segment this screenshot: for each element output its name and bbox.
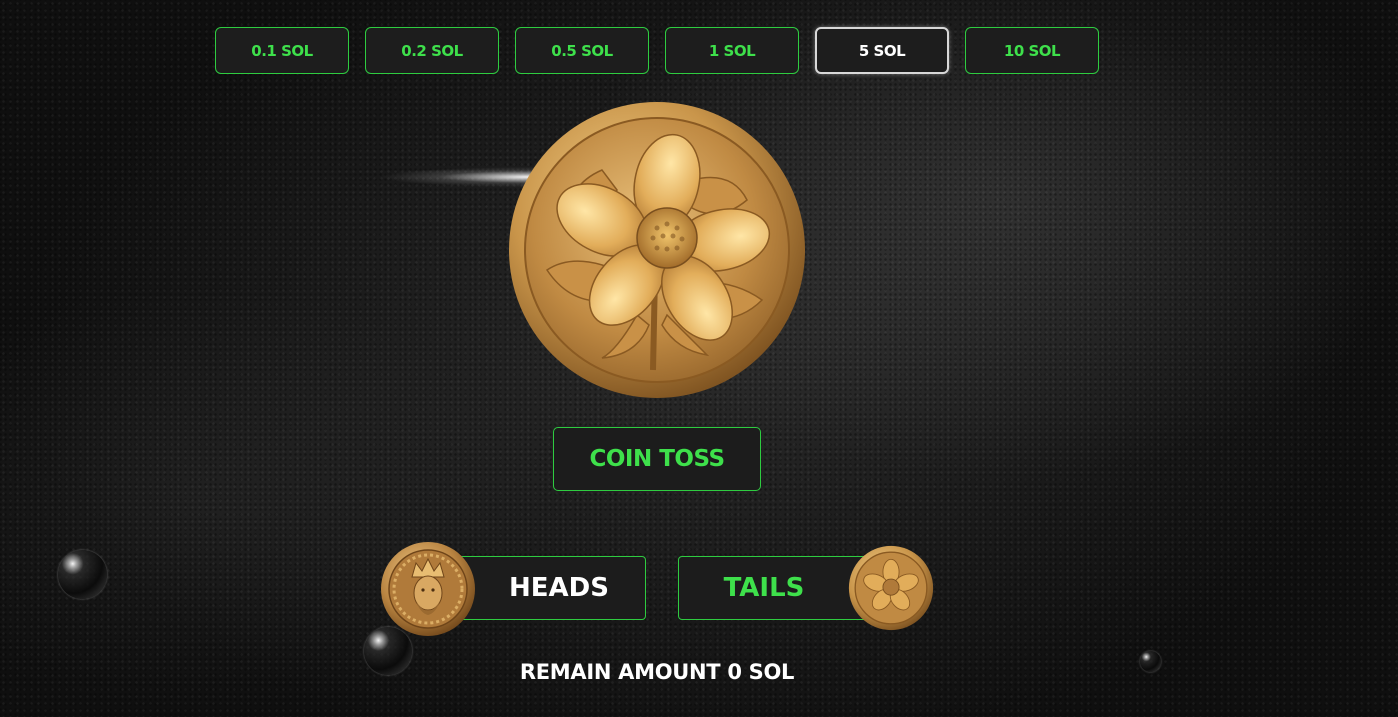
king-coin-icon <box>381 542 475 636</box>
amount-button-0-2[interactable]: 0.2 SOL <box>365 27 499 74</box>
flower-coin-icon <box>509 102 805 398</box>
amount-button-0-5[interactable]: 0.5 SOL <box>515 27 649 74</box>
light-streak <box>250 163 550 191</box>
flower-coin-icon <box>848 545 934 631</box>
heads-button[interactable]: HEADS <box>450 556 646 620</box>
coin-toss-button[interactable]: COIN TOSS <box>553 427 761 491</box>
tails-button[interactable]: TAILS <box>678 556 868 620</box>
amount-button-0-1[interactable]: 0.1 SOL <box>215 27 349 74</box>
amount-button-1[interactable]: 1 SOL <box>665 27 799 74</box>
decorative-bubble <box>1140 651 1161 672</box>
bet-amount-selector: 0.1 SOL 0.2 SOL 0.5 SOL 1 SOL 5 SOL 10 S… <box>215 27 1099 74</box>
amount-button-10[interactable]: 10 SOL <box>965 27 1099 74</box>
remain-amount-text: REMAIN AMOUNT 0 SOL <box>519 660 795 684</box>
amount-button-5-selected[interactable]: 5 SOL <box>815 27 949 74</box>
decorative-bubble <box>364 627 412 675</box>
decorative-bubble <box>58 550 107 599</box>
